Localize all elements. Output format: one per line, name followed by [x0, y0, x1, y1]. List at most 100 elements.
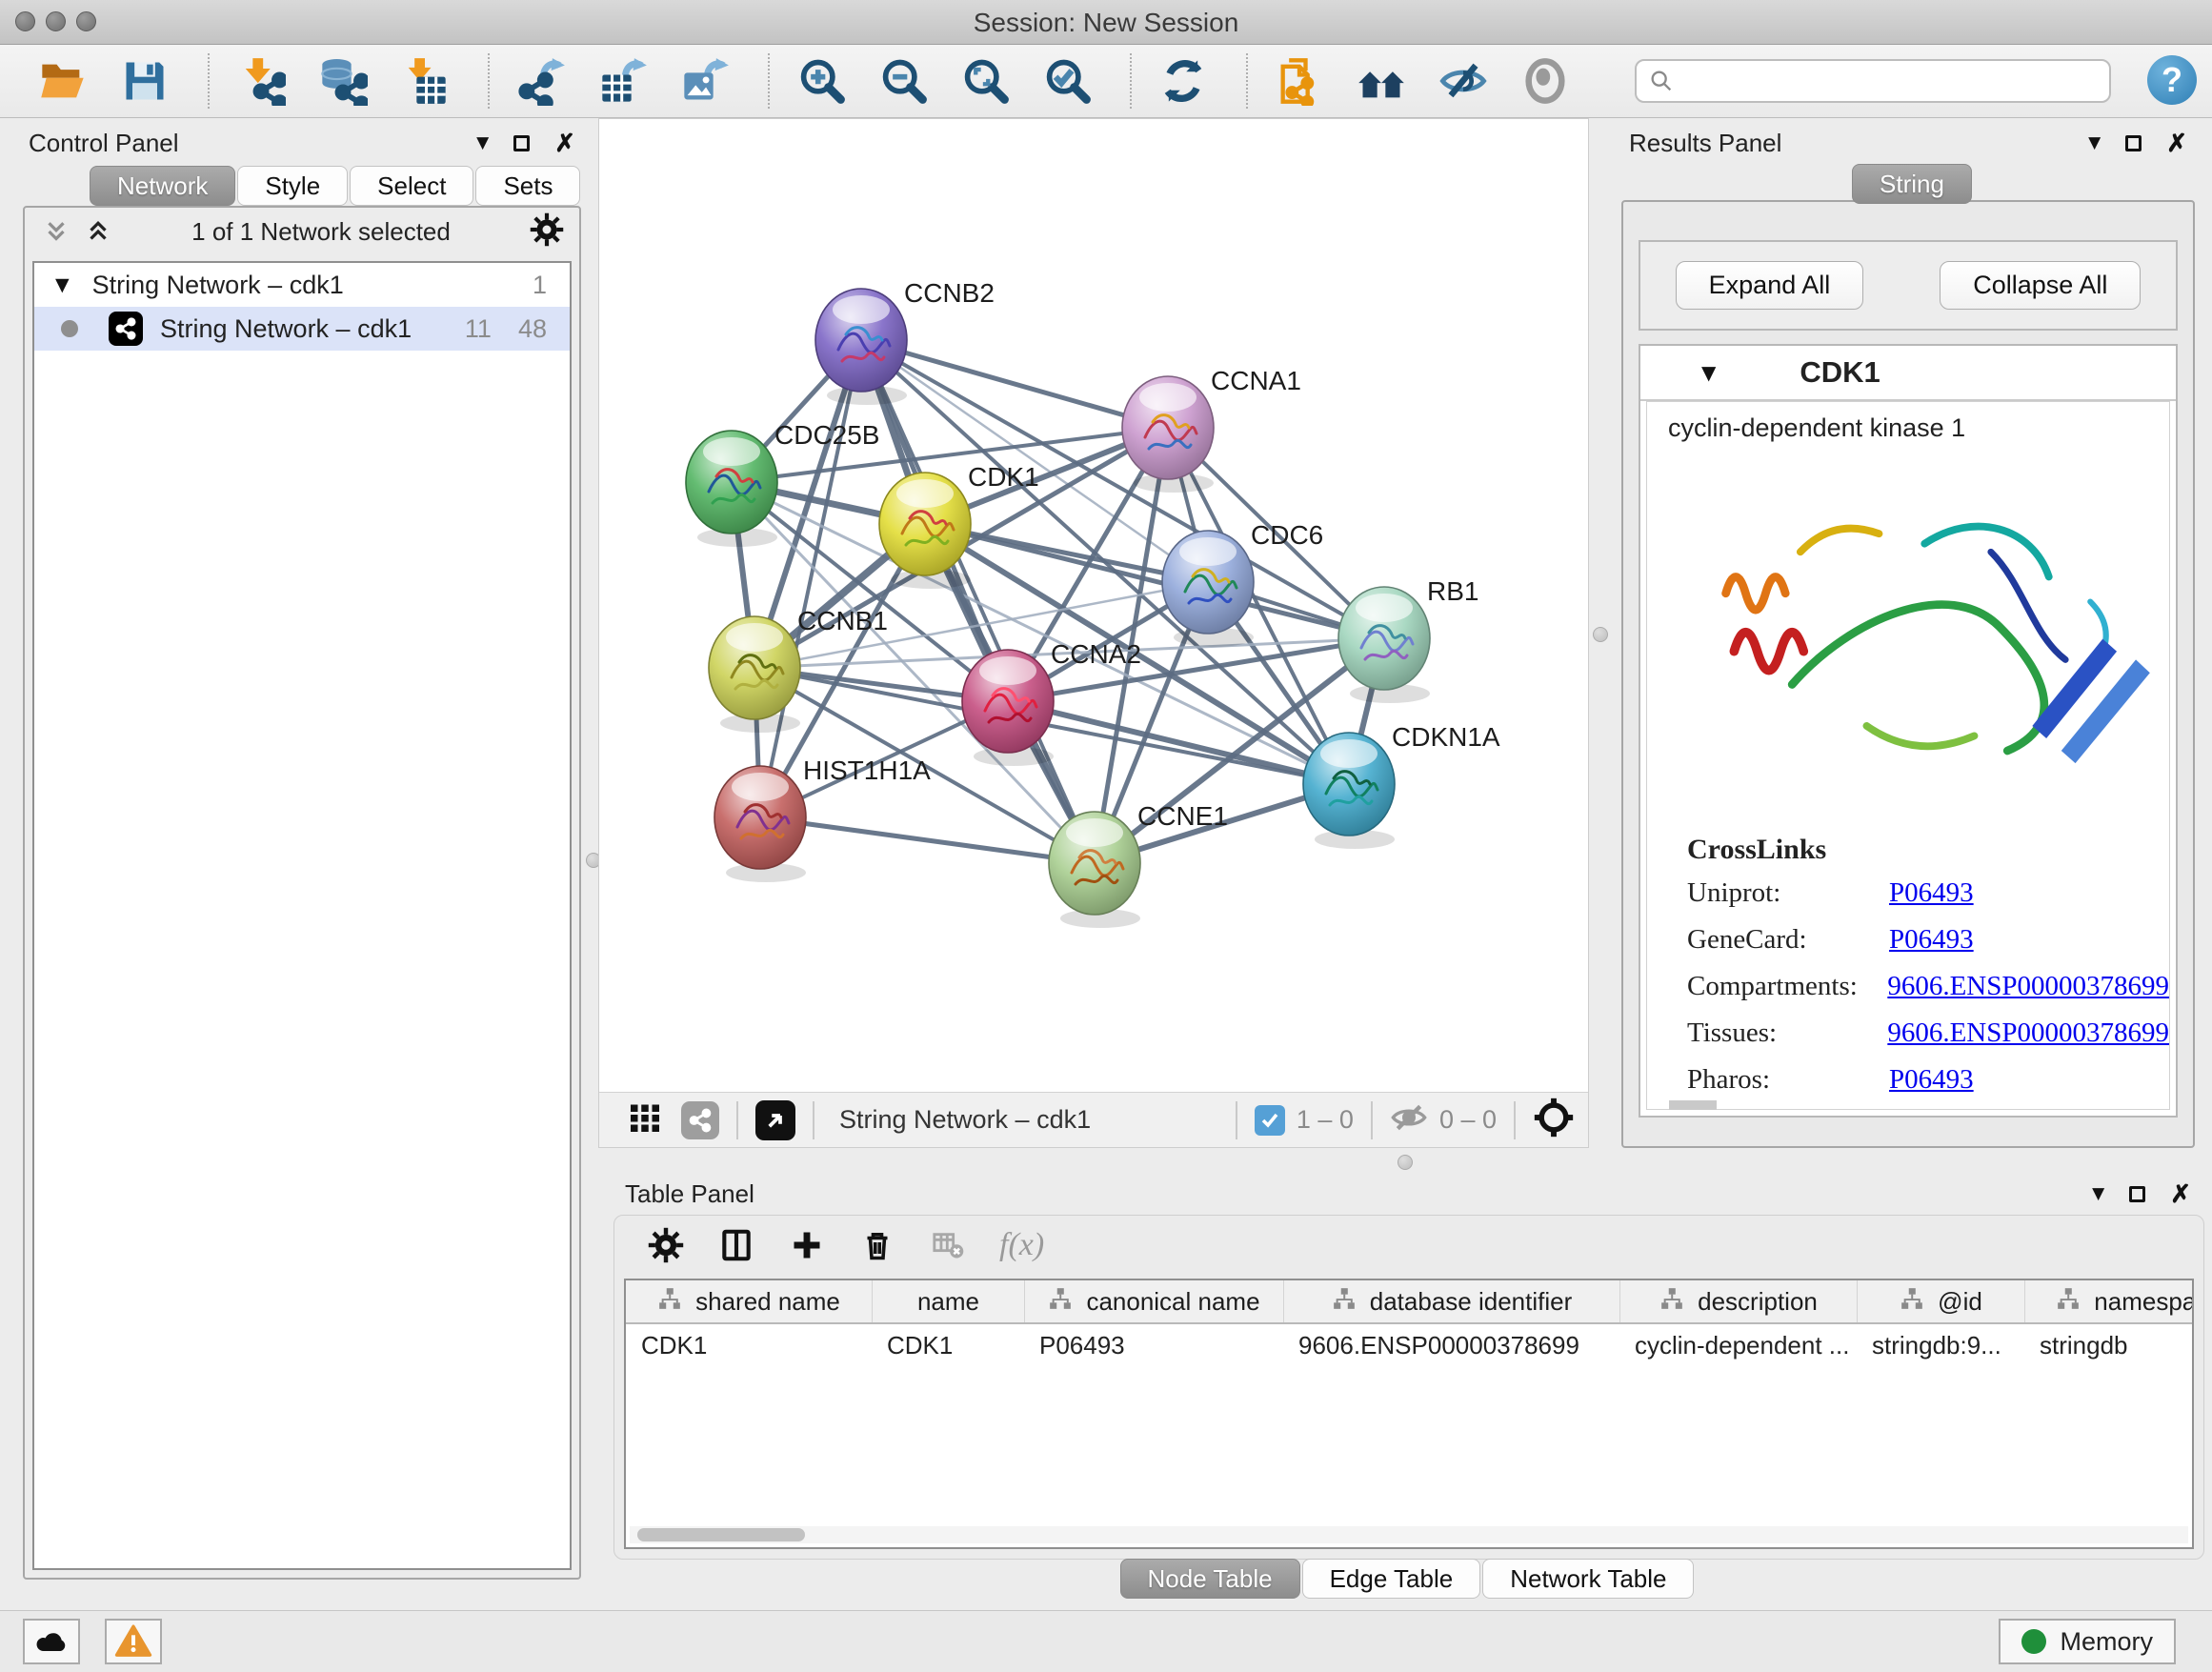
import-database-button[interactable]: [316, 54, 370, 108]
fit-selected-crosshair-icon[interactable]: [1533, 1097, 1575, 1143]
tab-network[interactable]: Network: [90, 166, 235, 206]
delete-column-icon[interactable]: [858, 1226, 896, 1264]
expand-all-button[interactable]: Expand All: [1676, 261, 1864, 310]
tab-style[interactable]: Style: [237, 166, 348, 206]
table-hscrollbar-thumb[interactable]: [637, 1528, 805, 1541]
table-cell[interactable]: P06493: [1024, 1331, 1283, 1360]
hide-selection-button[interactable]: [1437, 54, 1490, 108]
node-CCNE1[interactable]: CCNE1: [1049, 801, 1228, 928]
tab-node-table[interactable]: Node Table: [1120, 1559, 1300, 1599]
import-network-icon: [236, 56, 286, 106]
open-session-button[interactable]: [36, 54, 90, 108]
string-network-badge-icon[interactable]: [681, 1101, 719, 1139]
apply-layout-button[interactable]: [1156, 54, 1210, 108]
control-panel-close-icon[interactable]: ✗: [554, 131, 575, 155]
grid-view-icon[interactable]: [628, 1100, 662, 1139]
column-header-name[interactable]: name: [872, 1280, 1024, 1322]
home-layouts-button[interactable]: [1355, 54, 1408, 108]
node-CDC6[interactable]: CDC6: [1162, 520, 1323, 647]
network-collection-row[interactable]: ▼ String Network – cdk1 1: [34, 263, 570, 307]
export-image-button[interactable]: [678, 54, 732, 108]
collapse-all-button[interactable]: Collapse All: [1940, 261, 2141, 310]
crosslink-link[interactable]: 9606.ENSP00000378699: [1887, 1017, 2169, 1049]
node-RB1[interactable]: RB1: [1338, 576, 1478, 703]
table-row[interactable]: CDK1CDK1P064939606.ENSP00000378699cyclin…: [626, 1324, 2192, 1366]
table-cell[interactable]: CDK1: [626, 1331, 872, 1360]
show-all-button[interactable]: [1518, 54, 1572, 108]
help-button[interactable]: ?: [2147, 55, 2197, 105]
column-header-shared-name[interactable]: shared name: [626, 1280, 872, 1322]
control-panel-float-icon[interactable]: [513, 135, 530, 151]
table-panel-close-icon[interactable]: ✗: [2170, 1181, 2191, 1206]
results-panel-collapse-icon[interactable]: ▼: [2088, 135, 2101, 151]
network-row[interactable]: String Network – cdk1 11 48: [34, 307, 570, 351]
search-field[interactable]: [1635, 59, 2111, 103]
node-CCNB1[interactable]: CCNB1: [709, 606, 888, 733]
results-scrollbar-thumb[interactable]: [1669, 1100, 1717, 1110]
edge-CCNB2-HIST1H1A[interactable]: [760, 340, 861, 817]
crosslink-link[interactable]: P06493: [1889, 924, 1974, 956]
node-CCNB2[interactable]: CCNB2: [815, 278, 995, 405]
node-CCNA1[interactable]: CCNA1: [1122, 366, 1301, 493]
zoom-in-button[interactable]: [794, 54, 848, 108]
add-column-icon[interactable]: [788, 1226, 826, 1264]
export-network-button[interactable]: [514, 54, 568, 108]
cdk1-collapse-icon[interactable]: ▼: [1701, 363, 1716, 382]
right-splitter-handle[interactable]: [1593, 627, 1608, 642]
collection-expand-icon[interactable]: ▼: [55, 276, 70, 294]
show-columns-icon[interactable]: [717, 1226, 755, 1264]
table-settings-gear-icon[interactable]: [647, 1226, 685, 1264]
export-table-button[interactable]: [596, 54, 650, 108]
horizontal-splitter-handle[interactable]: [1398, 1155, 1413, 1170]
table-panel-collapse-icon[interactable]: ▼: [2092, 1186, 2104, 1202]
tab-network-table[interactable]: Network Table: [1482, 1559, 1694, 1599]
save-session-button[interactable]: [118, 54, 171, 108]
table-cell[interactable]: CDK1: [872, 1331, 1024, 1360]
expand-all-trees-icon[interactable]: [84, 217, 112, 246]
table-cell[interactable]: stringdb: [2024, 1331, 2194, 1360]
selected-items-checkbox[interactable]: [1255, 1105, 1285, 1136]
crosslink-link[interactable]: 9606.ENSP00000378699: [1887, 971, 2169, 1002]
column-header-database-identifier[interactable]: database identifier: [1283, 1280, 1619, 1322]
table-hscrollbar[interactable]: [630, 1526, 2188, 1543]
import-table-button[interactable]: [398, 54, 452, 108]
memory-button[interactable]: Memory: [1999, 1619, 2176, 1664]
results-panel-float-icon[interactable]: [2125, 135, 2142, 151]
tab-edge-table[interactable]: Edge Table: [1302, 1559, 1481, 1599]
node-CDKN1A[interactable]: CDKN1A: [1303, 722, 1500, 849]
table-cell[interactable]: 9606.ENSP00000378699: [1283, 1331, 1619, 1360]
cloud-icon: [32, 1622, 70, 1661]
column-header-@id[interactable]: @id: [1857, 1280, 2024, 1322]
edge-CCNE1-HIST1H1A[interactable]: [760, 817, 1095, 863]
tab-string[interactable]: String: [1852, 164, 1972, 204]
warnings-button[interactable]: [105, 1619, 162, 1664]
crosslink-link[interactable]: P06493: [1889, 1064, 1974, 1096]
clone-network-button[interactable]: [1273, 54, 1326, 108]
tab-sets[interactable]: Sets: [475, 166, 580, 206]
network-graph[interactable]: CCNB2 CCNA1 CDC25B CDK1 CDC6 RB1: [599, 119, 1588, 1093]
zoom-selected-button[interactable]: [1040, 54, 1094, 108]
network-options-gear-icon[interactable]: [530, 212, 564, 252]
cdk1-section-header[interactable]: ▼ CDK1: [1640, 346, 2176, 401]
network-view[interactable]: CCNB2 CCNA1 CDC25B CDK1 CDC6 RB1: [598, 118, 1589, 1148]
control-panel-collapse-icon[interactable]: ▼: [476, 135, 489, 151]
table-cell[interactable]: stringdb:9...: [1857, 1331, 2024, 1360]
birdseye-view-icon[interactable]: [755, 1100, 795, 1140]
table-cell[interactable]: cyclin-dependent ...: [1619, 1331, 1857, 1360]
column-header-canonical-name[interactable]: canonical name: [1024, 1280, 1283, 1322]
collapse-all-trees-icon[interactable]: [42, 217, 70, 246]
zoom-out-button[interactable]: [876, 54, 930, 108]
node-HIST1H1A[interactable]: HIST1H1A: [714, 755, 931, 882]
zoom-fit-button[interactable]: [958, 54, 1012, 108]
column-header-namespace[interactable]: namespace: [2024, 1280, 2194, 1322]
node-CDK1[interactable]: CDK1: [879, 462, 1039, 589]
tab-select[interactable]: Select: [350, 166, 473, 206]
search-input[interactable]: [1682, 66, 2109, 97]
table-panel-float-icon[interactable]: [2129, 1186, 2145, 1202]
node-CDC25B[interactable]: CDC25B: [686, 420, 879, 547]
crosslink-link[interactable]: P06493: [1889, 877, 1974, 909]
cloud-button[interactable]: [23, 1619, 80, 1664]
results-panel-close-icon[interactable]: ✗: [2166, 131, 2187, 155]
import-network-button[interactable]: [234, 54, 288, 108]
column-header-description[interactable]: description: [1619, 1280, 1857, 1322]
